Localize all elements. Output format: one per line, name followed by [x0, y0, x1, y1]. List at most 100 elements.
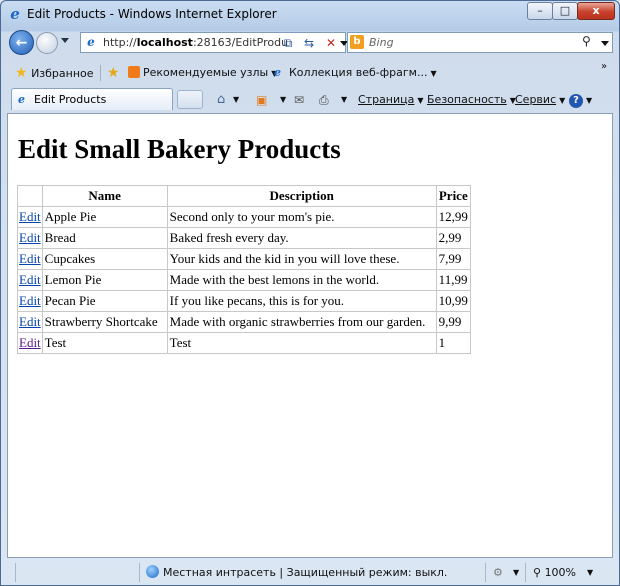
status-bar: Местная интрасеть | Защищенный режим: вы… [1, 560, 619, 585]
table-row: Edit Lemon Pie Made with the best lemons… [17, 269, 471, 291]
home-icon[interactable]: ⌂ [217, 91, 225, 109]
edit-link[interactable]: Edit [19, 335, 41, 350]
name-cell: Apple Pie [41, 206, 168, 228]
description-cell: Your kids and the kid in you will love t… [166, 248, 437, 270]
edit-link[interactable]: Edit [19, 272, 41, 287]
zoom-control[interactable]: ⚲ 100% [533, 564, 576, 582]
page-menu[interactable]: Страница ▼ [358, 91, 424, 109]
help-menu[interactable]: ? ▼ [569, 91, 592, 109]
table-row: Edit Strawberry Shortcake Made with orga… [17, 311, 471, 333]
chevron-down-icon: ▼ [430, 69, 437, 78]
name-cell: Test [41, 332, 168, 354]
safety-menu[interactable]: Безопасность ▼ [427, 91, 516, 109]
name-cell: Pecan Pie [41, 290, 168, 312]
price-cell: 2,99 [435, 227, 471, 249]
favorites-star-icon: ★ [15, 65, 28, 81]
edit-cell: Edit [17, 248, 43, 270]
edit-link[interactable]: Edit [19, 314, 41, 329]
edit-column-header [17, 185, 43, 207]
divider [100, 65, 101, 81]
page-ie-icon: e [87, 35, 95, 49]
security-zone[interactable]: Местная интрасеть | Защищенный режим: вы… [146, 564, 447, 582]
edit-link[interactable]: Edit [19, 230, 41, 245]
edit-cell: Edit [17, 269, 43, 291]
description-cell: Test [166, 332, 437, 354]
description-cell: Made with organic strawberries from our … [166, 311, 437, 333]
command-bar: e Edit Products ⌂ ▼ ▣ ▼ ✉ ⎙ ▼ Страница ▼ … [1, 87, 619, 111]
zoom-magnifier-icon: ⚲ [533, 566, 542, 579]
print-icon[interactable]: ⎙ [319, 91, 329, 109]
column-header-name: Name [41, 185, 168, 207]
suggested-sites-icon [128, 66, 140, 78]
feeds-dropdown-icon[interactable]: ▼ [280, 91, 286, 109]
close-button[interactable]: x [577, 2, 615, 20]
search-options-dropdown-icon[interactable] [601, 41, 609, 46]
page-title: Edit Small Bakery Products [18, 134, 341, 164]
tab-edit-products[interactable]: e Edit Products [11, 88, 173, 110]
stop-icon[interactable]: ✕ [322, 34, 340, 52]
new-tab-button[interactable] [177, 90, 203, 109]
favorites-item-suggested-sites[interactable]: Рекомендуемые узлы ▼ [128, 64, 277, 82]
favorites-button[interactable]: ★ Избранное [15, 64, 94, 82]
title-bar: e Edit Products - Windows Internet Explo… [1, 1, 619, 27]
description-cell: Made with the best lemons in the world. [166, 269, 437, 291]
search-placeholder: Bing [369, 36, 394, 49]
name-cell: Strawberry Shortcake [41, 311, 168, 333]
more-chevron-icon[interactable]: » [601, 58, 607, 76]
minimize-button[interactable]: – [527, 2, 553, 20]
edit-link[interactable]: Edit [19, 209, 41, 224]
table-row: Edit Bread Baked fresh every day. 2,99 [17, 227, 471, 249]
compatibility-view-icon[interactable]: ⧉ [279, 34, 297, 52]
price-cell: 9,99 [435, 311, 471, 333]
refresh-icon[interactable]: ⇆ [300, 34, 318, 52]
zoom-dropdown-icon[interactable]: ▼ [587, 564, 593, 582]
search-box[interactable]: b Bing ⚲ [347, 32, 613, 53]
name-cell: Bread [41, 227, 168, 249]
column-header-description: Description [166, 185, 437, 207]
description-cell: If you like pecans, this is for you. [166, 290, 437, 312]
table-row: Edit Pecan Pie If you like pecans, this … [17, 290, 471, 312]
navigation-bar: ← e http://localhost:28163/EditProdu ⧉ ⇆… [1, 28, 619, 58]
window-title: Edit Products - Windows Internet Explore… [27, 7, 277, 21]
chevron-down-icon: ▼ [586, 96, 593, 105]
page-viewport: Edit Small Bakery Products Name Descript… [7, 113, 613, 558]
divider [485, 563, 486, 582]
favorites-item-web-slice-gallery[interactable]: e Коллекция веб-фрагм... ▼ [274, 64, 437, 82]
edit-link[interactable]: Edit [19, 251, 41, 266]
add-favorite-icon[interactable]: ★ [107, 64, 120, 82]
price-cell: 10,99 [435, 290, 471, 312]
mail-icon[interactable]: ✉ [294, 91, 304, 109]
help-icon: ? [569, 94, 583, 108]
table-row: Edit Apple Pie Second only to your mom's… [17, 206, 471, 228]
tab-label: Edit Products [34, 93, 107, 106]
forward-button[interactable] [36, 32, 58, 54]
edit-cell: Edit [17, 290, 43, 312]
table-header-row: Name Description Price [17, 185, 471, 207]
home-dropdown-icon[interactable]: ▼ [233, 91, 239, 109]
back-button[interactable]: ← [9, 30, 34, 55]
print-dropdown-icon[interactable]: ▼ [341, 91, 347, 109]
edit-cell: Edit [17, 206, 43, 228]
maximize-button[interactable]: □ [552, 2, 578, 20]
products-table: Name Description Price Edit Apple Pie Se… [17, 185, 471, 354]
search-magnifier-icon[interactable]: ⚲ [582, 34, 591, 48]
price-cell: 7,99 [435, 248, 471, 270]
chevron-down-icon[interactable]: ▼ [513, 564, 519, 582]
protected-mode-icon[interactable]: ⚙ [493, 564, 503, 582]
divider [139, 563, 140, 582]
intranet-globe-icon [146, 565, 159, 578]
feeds-icon[interactable]: ▣ [256, 91, 267, 109]
chevron-down-icon: ▼ [559, 96, 566, 105]
edit-link[interactable]: Edit [19, 293, 41, 308]
address-url[interactable]: http://localhost:28163/EditProdu [103, 36, 288, 49]
favorites-bar: ★ Избранное ★ Рекомендуемые узлы ▼ e Колле… [1, 60, 619, 86]
recent-pages-dropdown-icon[interactable] [61, 38, 69, 43]
ie-logo-icon: e [10, 5, 20, 23]
tab-ie-icon: e [18, 93, 25, 106]
price-cell: 1 [435, 332, 471, 354]
tools-menu[interactable]: Сервис ▼ [515, 91, 565, 109]
edit-cell: Edit [17, 227, 43, 249]
table-row: Edit Cupcakes Your kids and the kid in y… [17, 248, 471, 270]
bing-icon: b [350, 35, 364, 49]
edit-cell: Edit [17, 332, 43, 354]
